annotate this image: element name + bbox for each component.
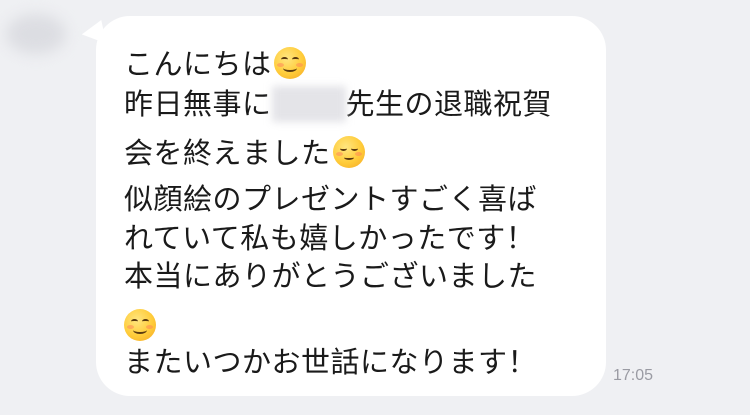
message-text: れていて私も嬉しかったです！	[124, 221, 536, 255]
message-line-7	[124, 306, 156, 346]
message-text: 似顔絵のプレゼントすごく喜ば	[124, 182, 538, 216]
bubble-tail	[79, 19, 107, 49]
message-line-1: こんにちは	[124, 44, 306, 84]
message-line-3: 会を終えました	[124, 133, 365, 173]
message-line-2: 昨日無事に 先生の退職祝賀	[124, 84, 552, 124]
message-text: 会を終えました	[124, 136, 331, 170]
message-text: 先生の退職祝賀	[345, 87, 553, 121]
relieved-face-icon	[332, 136, 365, 168]
message-timestamp: 17:05	[613, 367, 654, 384]
message-bubble[interactable]: こんにちは 昨日無事に 先生の退職祝賀 会を終えました 似顔絵のプレゼントすごく喜…	[79, 16, 606, 396]
message-text: 本当にありがとうございました	[124, 259, 538, 293]
chat-area: こんにちは 昨日無事に 先生の退職祝賀 会を終えました 似顔絵のプレゼントすごく喜…	[0, 0, 750, 415]
message-text: またいつかお世話になります！	[124, 345, 538, 379]
sender-avatar[interactable]	[6, 14, 66, 54]
smiling-face-icon	[273, 47, 306, 79]
message-line-6: 本当にありがとうございました	[124, 256, 537, 296]
message-line-4: 似顔絵のプレゼントすごく喜ば	[124, 179, 537, 219]
message-text: 昨日無事に	[124, 87, 272, 121]
message-line-8: またいつかお世話になります！	[124, 342, 537, 382]
message-text: こんにちは	[124, 47, 272, 81]
smiling-face-icon	[124, 309, 156, 341]
redacted-name	[271, 86, 346, 122]
message-line-5: れていて私も嬉しかったです！	[124, 218, 535, 258]
